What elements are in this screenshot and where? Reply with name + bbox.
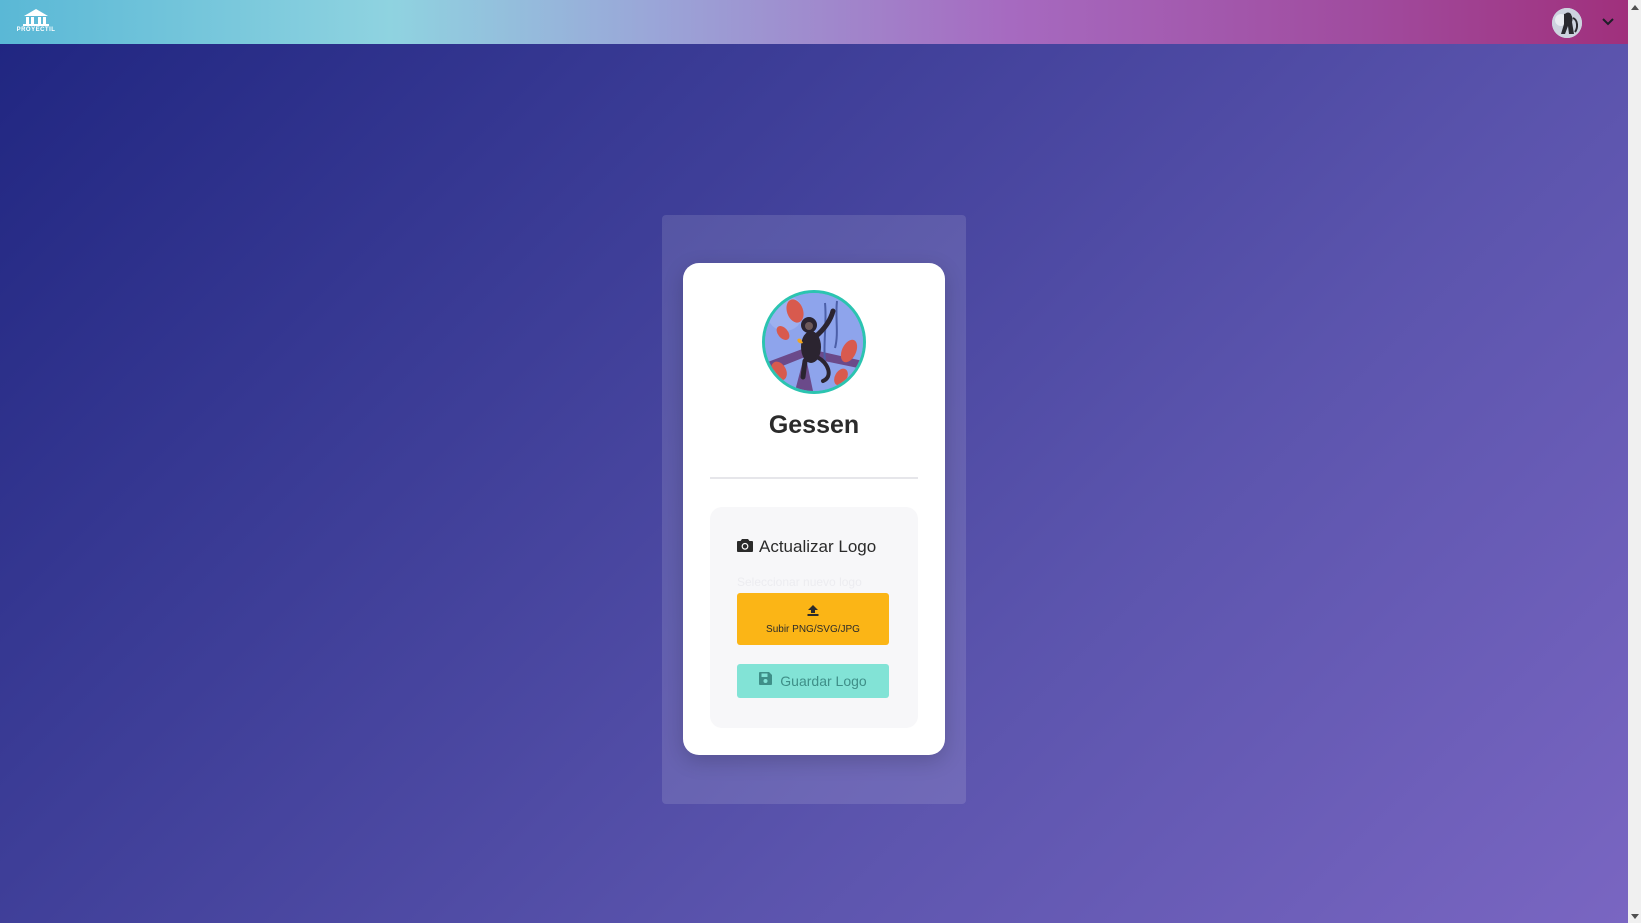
save-icon [759,672,773,690]
upload-button-label: Subir PNG/SVG/JPG [766,624,860,635]
upload-icon [807,603,819,621]
page-scrollbar[interactable] [1628,0,1641,923]
logo-update-section: Actualizar Logo Seleccionar nuevo logo S… [710,507,918,728]
upload-logo-button[interactable]: Subir PNG/SVG/JPG [737,593,889,645]
top-navbar: PROYECTIL [0,0,1628,44]
company-logo [762,290,866,394]
save-logo-button[interactable]: Guardar Logo [737,664,889,698]
save-button-label: Guardar Logo [780,673,867,689]
camera-icon [737,537,753,557]
section-title: Actualizar Logo [737,537,876,557]
scroll-up-arrow[interactable] [1628,0,1641,14]
user-avatar[interactable] [1552,8,1582,38]
file-hint-text: Seleccionar nuevo logo [737,575,862,589]
company-card: Gessen Actualizar Logo Seleccionar nuevo… [683,263,945,755]
brand-building-icon [23,9,49,26]
section-title-label: Actualizar Logo [759,537,877,556]
chevron-down-icon[interactable] [1600,14,1616,30]
divider [710,477,918,479]
brand-text: PROYECTIL [16,27,56,33]
brand-logo[interactable]: PROYECTIL [12,8,60,36]
company-name: Gessen [768,411,860,439]
scroll-down-arrow[interactable] [1628,909,1641,923]
